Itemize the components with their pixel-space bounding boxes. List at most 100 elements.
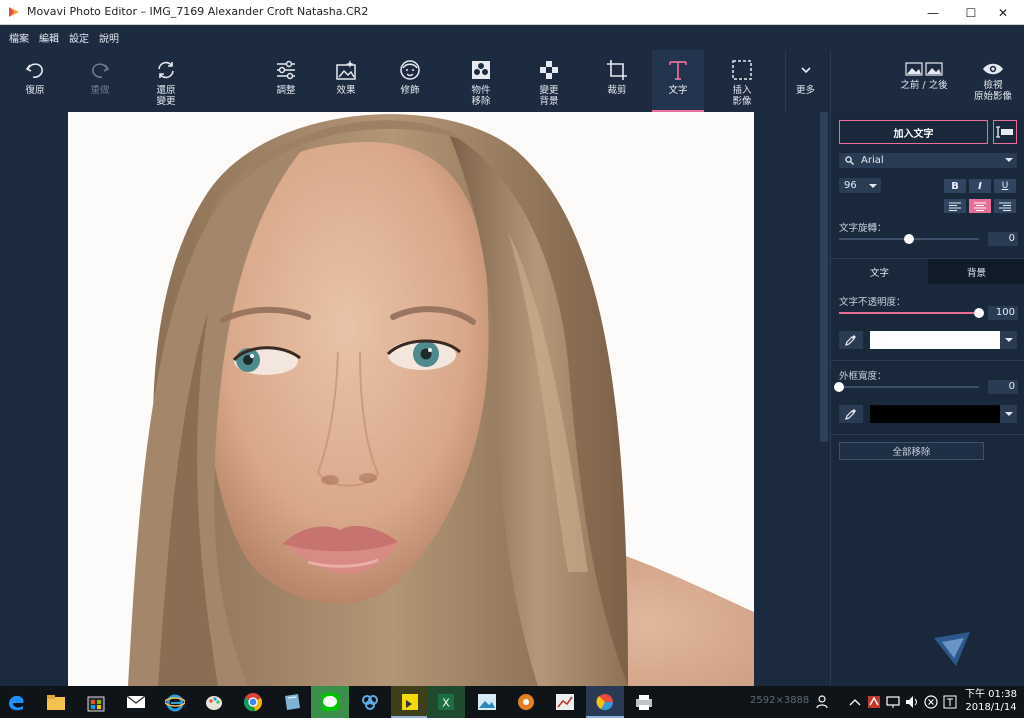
svg-text:X: X xyxy=(442,697,450,710)
outline-color-picker-button[interactable] xyxy=(839,405,863,423)
chrome-icon[interactable] xyxy=(241,690,265,714)
outline-color-swatch[interactable] xyxy=(870,405,1000,423)
more-button[interactable]: 更多 xyxy=(785,50,825,112)
view-original-button[interactable]: 檢視 原始影像 xyxy=(967,50,1019,112)
windows-taskbar: 2592×3888 X 下午 01:38 2018/1/14 xyxy=(0,686,1024,718)
object-removal-button[interactable]: 物件 移除 xyxy=(459,50,503,112)
title-bar: Movavi Photo Editor – IMG_7169 Alexander… xyxy=(0,0,1024,25)
canvas-area[interactable] xyxy=(0,112,830,686)
cloud-app-icon[interactable] xyxy=(358,690,382,714)
change-background-button[interactable]: 變更 背景 xyxy=(527,50,571,112)
object-removal-label: 物件 移除 xyxy=(471,85,491,107)
canvas-scrollbar[interactable] xyxy=(818,112,830,686)
redo-label: 重做 xyxy=(90,85,110,96)
text-presets-button[interactable] xyxy=(993,120,1017,144)
opacity-value[interactable]: 100 xyxy=(988,306,1018,320)
photo-canvas[interactable] xyxy=(68,112,754,686)
store-icon[interactable] xyxy=(84,690,108,714)
outline-width-slider[interactable] xyxy=(839,386,979,388)
people-icon[interactable] xyxy=(814,690,832,714)
photo-viewer-icon xyxy=(402,694,418,710)
adjust-button[interactable]: 調整 xyxy=(265,50,307,112)
search-icon xyxy=(845,156,854,165)
internet-explorer-icon[interactable] xyxy=(163,690,187,714)
opacity-slider-fill xyxy=(839,312,979,314)
input-method-icon[interactable] xyxy=(941,690,959,714)
tab-background[interactable]: 背景 xyxy=(928,259,1024,284)
outline-color-dropdown[interactable] xyxy=(1000,405,1017,423)
retouch-button[interactable]: 修飾 xyxy=(389,50,431,112)
rotation-value[interactable]: 0 xyxy=(988,232,1018,246)
change-background-label: 變更 背景 xyxy=(539,85,559,107)
text-color-swatch[interactable] xyxy=(870,331,1000,349)
volume-icon[interactable] xyxy=(903,690,921,714)
menu-settings[interactable]: 設定 xyxy=(64,30,94,45)
photo-viewer-taskbar-button[interactable] xyxy=(391,686,429,718)
bold-button[interactable]: B xyxy=(944,179,966,193)
outline-width-slider-knob[interactable] xyxy=(834,382,844,392)
text-color-dropdown[interactable] xyxy=(1000,331,1017,349)
effects-button[interactable]: 效果 xyxy=(325,50,367,112)
retouch-label: 修飾 xyxy=(400,85,420,96)
before-after-label: 之前 / 之後 xyxy=(900,80,948,91)
object-removal-icon xyxy=(472,61,490,79)
outline-width-value[interactable]: 0 xyxy=(988,380,1018,394)
view-toolbar: 之前 / 之後 檢視 原始影像 xyxy=(830,50,1024,112)
movavi-taskbar-button[interactable] xyxy=(586,686,624,718)
movavi-app-icon xyxy=(596,694,614,711)
before-after-button[interactable]: 之前 / 之後 xyxy=(893,50,955,112)
align-left-button[interactable] xyxy=(944,199,966,213)
opacity-slider-knob[interactable] xyxy=(974,308,984,318)
text-cursor-icon xyxy=(996,126,1013,138)
effects-label: 效果 xyxy=(336,85,356,96)
align-center-button[interactable] xyxy=(969,199,991,213)
font-family-select[interactable]: Arial xyxy=(839,153,1017,168)
chevron-up-icon[interactable] xyxy=(846,690,864,714)
watermark-logo xyxy=(934,632,970,666)
line-app-taskbar-button[interactable] xyxy=(311,686,349,718)
canvas-scrollbar-thumb[interactable] xyxy=(820,112,828,442)
mail-icon[interactable] xyxy=(124,690,148,714)
close-button[interactable]: ✕ xyxy=(980,0,1024,25)
text-button[interactable]: 文字 xyxy=(652,50,704,112)
close-circle-icon[interactable] xyxy=(922,690,940,714)
text-color-picker-button[interactable] xyxy=(839,331,863,349)
notes-app-icon[interactable] xyxy=(280,690,304,714)
align-right-button[interactable] xyxy=(994,199,1016,213)
menu-edit[interactable]: 編輯 xyxy=(34,30,64,45)
align-right-icon xyxy=(999,202,1011,211)
chart-app-icon[interactable] xyxy=(553,690,577,714)
redo-button[interactable]: 重做 xyxy=(79,50,121,112)
eyedropper-icon xyxy=(845,409,856,420)
menu-file[interactable]: 檔案 xyxy=(4,30,34,45)
italic-button[interactable]: I xyxy=(969,179,991,193)
media-app-icon[interactable] xyxy=(514,690,538,714)
face-icon xyxy=(400,60,420,80)
tab-text[interactable]: 文字 xyxy=(831,259,928,284)
undo-button[interactable]: 復原 xyxy=(14,50,56,112)
underline-button[interactable]: U xyxy=(994,179,1016,193)
file-explorer-icon[interactable] xyxy=(44,690,68,714)
insert-image-button[interactable]: 插入 影像 xyxy=(720,50,764,112)
remove-all-button[interactable]: 全部移除 xyxy=(839,442,984,460)
menu-help[interactable]: 說明 xyxy=(94,30,124,45)
printer-app-icon[interactable] xyxy=(632,690,656,714)
undo-icon xyxy=(25,63,43,78)
excel-icon: X xyxy=(438,694,454,710)
network-icon[interactable] xyxy=(884,690,902,714)
clock-time: 下午 01:38 xyxy=(965,689,1017,700)
portrait-photo xyxy=(128,114,754,686)
rotation-slider-knob[interactable] xyxy=(904,234,914,244)
crop-button[interactable]: 裁剪 xyxy=(596,50,638,112)
image-app-icon[interactable] xyxy=(475,690,499,714)
add-text-button[interactable]: 加入文字 xyxy=(839,120,988,144)
line-chat-icon xyxy=(321,693,339,711)
edge-browser-icon[interactable] xyxy=(4,690,28,714)
restore-changes-button[interactable]: 還原 變更 xyxy=(144,50,188,112)
excel-taskbar-button[interactable]: X xyxy=(427,686,465,718)
paint-app-icon[interactable] xyxy=(202,690,226,714)
antivirus-tray-icon[interactable] xyxy=(865,690,883,714)
taskbar-clock[interactable]: 下午 01:38 2018/1/14 xyxy=(962,688,1020,714)
font-size-select[interactable]: 96 xyxy=(839,178,881,193)
magic-image-icon xyxy=(336,60,356,80)
